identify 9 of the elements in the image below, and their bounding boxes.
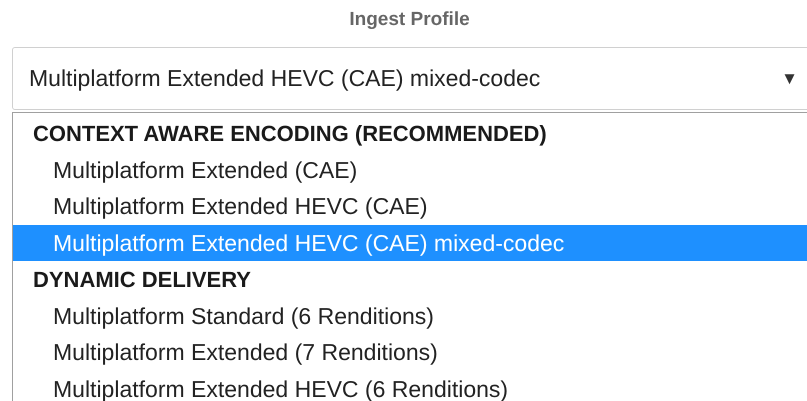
- dropdown-option[interactable]: Multiplatform Extended HEVC (CAE): [13, 188, 807, 224]
- group-header: CONTEXT AWARE ENCODING (RECOMMENDED): [32, 120, 547, 148]
- dropdown-option[interactable]: Multiplatform Extended (7 Renditions): [13, 334, 807, 370]
- dropdown-option[interactable]: Multiplatform Standard (6 Renditions): [13, 298, 807, 334]
- profile-select[interactable]: Multiplatform Extended HEVC (CAE) mixed-codec ▼: [12, 47, 807, 110]
- group-header: DYNAMIC DELIVERY: [32, 266, 251, 294]
- dropdown-option[interactable]: Multiplatform Extended HEVC (6 Renditions): [13, 370, 807, 401]
- field-label: Ingest Profile: [349, 8, 470, 32]
- dropdown-option[interactable]: Multiplatform Extended (CAE): [13, 152, 807, 188]
